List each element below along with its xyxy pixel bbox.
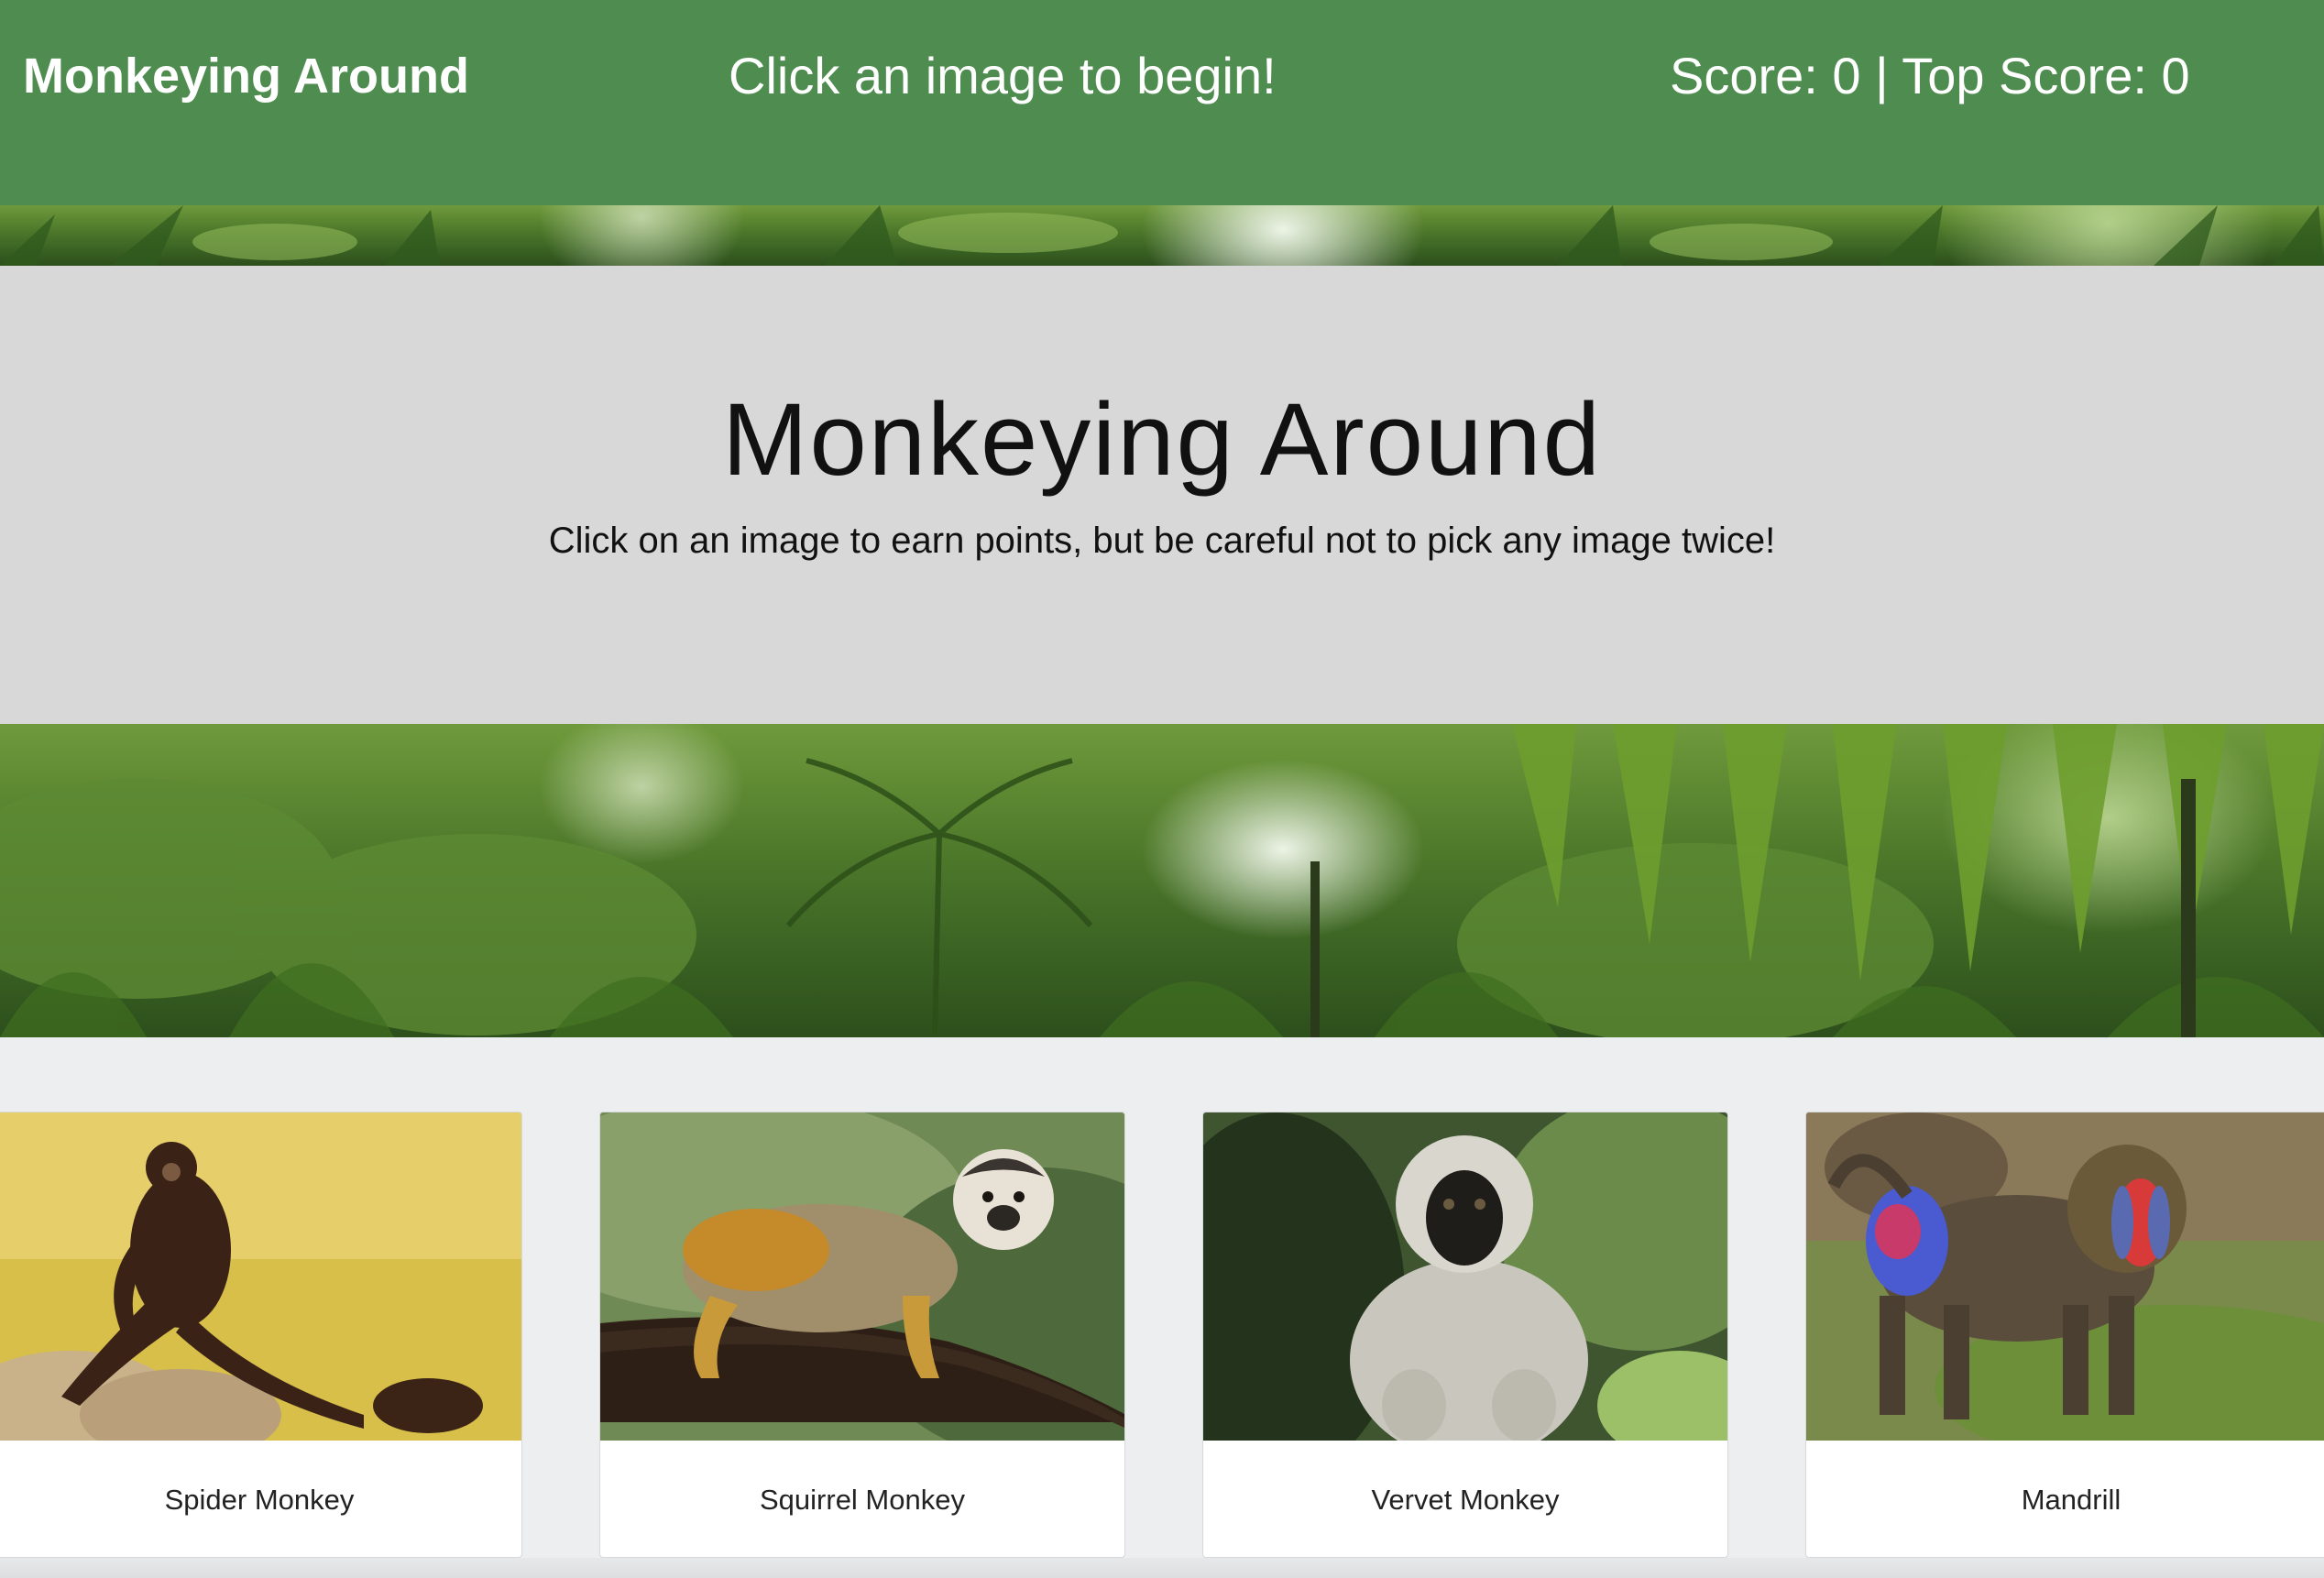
card-mandrill[interactable]: Mandrill [1805,1112,2324,1558]
card-label: Squirrel Monkey [760,1484,965,1516]
page-subtitle: Click on an image to earn points, but be… [548,521,1776,561]
vervet-monkey-image[interactable] [1203,1112,1727,1441]
mandrill-image[interactable] [1806,1112,2324,1441]
footer-edge [0,1558,2324,1578]
score-display: Score: 0 | Top Score: 0 [1670,47,2190,104]
jumbotron: Monkeying Around Click on an image to ea… [0,266,2324,724]
spider-monkey-image[interactable] [0,1112,521,1441]
navbar: Monkeying Around Click an image to begin… [0,0,2324,205]
card-label: Vervet Monkey [1371,1484,1560,1516]
card-label: Spider Monkey [164,1484,355,1516]
jungle-banner-top [0,205,2324,266]
page-title: Monkeying Around [722,382,1602,497]
squirrel-monkey-image[interactable] [600,1112,1124,1441]
brand-link[interactable]: Monkeying Around [23,44,469,108]
status-message: Click an image to begin! [729,47,1277,104]
jungle-banner [0,724,2324,1037]
card-squirrel-monkey[interactable]: Squirrel Monkey [599,1112,1125,1558]
card-vervet-monkey[interactable]: Vervet Monkey [1202,1112,1728,1558]
card-spider-monkey[interactable]: Spider Monkey [0,1112,522,1558]
card-label: Mandrill [2021,1484,2121,1516]
